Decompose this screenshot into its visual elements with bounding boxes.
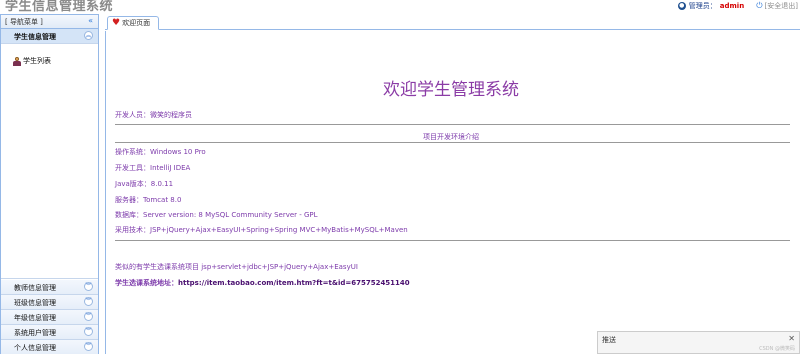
menu-label: 系统用户管理 (14, 329, 56, 337)
tab-bar: ♥ 欢迎页面 (105, 16, 800, 30)
chevron-down-icon[interactable]: ︾ (84, 282, 93, 291)
menu-teacher-info[interactable]: 教师信息管理 ︾ (1, 280, 98, 295)
top-bar: 学生信息管理系统 ● 管理员： admin ⏻ [安全退出] (0, 0, 800, 14)
divider (115, 124, 790, 125)
env-database: 数据库：Server version: 8 MySQL Community Se… (115, 211, 318, 219)
chevron-down-icon[interactable]: ︾ (84, 342, 93, 351)
user-name: admin (719, 2, 745, 10)
tab-welcome[interactable]: ♥ 欢迎页面 (107, 16, 159, 30)
similar-project-text: 类似的有学生选课系统项目 jsp+servlet+jdbc+JSP+jQuery… (115, 263, 358, 271)
sidebar: [ 导航菜单 ] « 学生信息管理 ︽ 学生列表 教师信息管理 ︾ 班级信息管理… (0, 14, 99, 354)
watermark: CSDN @微笑码 (759, 346, 795, 352)
menu-grade-info[interactable]: 年级信息管理 ︾ (1, 310, 98, 325)
menu-label: 个人信息管理 (14, 344, 56, 352)
env-server: 服务器：Tomcat 8.0 (115, 196, 182, 204)
chevron-down-icon[interactable]: ︾ (84, 327, 93, 336)
menu-student-info-body: 学生列表 (1, 44, 98, 279)
menu-label: 班级信息管理 (14, 299, 56, 307)
sidebar-item-student-list[interactable]: 学生列表 (13, 56, 51, 66)
menu-system-users[interactable]: 系统用户管理 ︾ (1, 325, 98, 340)
sidebar-item-label: 学生列表 (23, 57, 51, 65)
user-label: 管理员： (688, 2, 717, 10)
chevron-up-icon[interactable]: ︽ (84, 31, 93, 40)
chevron-down-icon[interactable]: ︾ (84, 297, 93, 306)
project-link[interactable]: https://item.taobao.com/item.htm?ft=t&id… (178, 279, 410, 287)
tab-label: 欢迎页面 (122, 19, 151, 27)
close-icon[interactable]: ✕ (788, 334, 795, 343)
app-title: 学生信息管理系统 (5, 0, 114, 14)
student-icon (13, 56, 21, 66)
env-ide: 开发工具：IntelliJ IDEA (115, 164, 191, 172)
env-os: 操作系统：Windows 10 Pro (115, 148, 206, 156)
user-icon: ● (677, 2, 686, 10)
menu-label: 年级信息管理 (14, 314, 56, 322)
collapse-icon[interactable]: « (88, 16, 93, 25)
collapsed-menus: 教师信息管理 ︾ 班级信息管理 ︾ 年级信息管理 ︾ 系统用户管理 ︾ 个人信息… (1, 280, 98, 354)
section-title: 项目开发环境介绍 (423, 133, 479, 141)
welcome-heading: 欢迎学生管理系统 (383, 80, 519, 100)
menu-label: 教师信息管理 (14, 284, 56, 292)
user-area: ● 管理员： admin ⏻ [安全退出] (677, 1, 798, 11)
divider (115, 240, 790, 241)
menu-student-info[interactable]: 学生信息管理 ︽ (1, 29, 98, 44)
menu-student-info-label: 学生信息管理 (14, 33, 56, 41)
menu-class-info[interactable]: 班级信息管理 ︾ (1, 295, 98, 310)
project-link-row: 学生选课系统地址：https://item.taobao.com/item.ht… (115, 278, 410, 288)
menu-personal-info[interactable]: 个人信息管理 ︾ (1, 340, 98, 354)
main-panel: ♥ 欢迎页面 欢迎学生管理系统 开发人员：微笑的程序员 项目开发环境介绍 操作系… (105, 16, 800, 354)
logout-link[interactable]: [安全退出] (765, 1, 798, 11)
push-popup: 推送 ✕ CSDN @微笑码 (597, 331, 800, 354)
project-link-label: 学生选课系统地址： (115, 279, 178, 287)
env-tech: 采用技术：JSP+jQuery+Ajax+EasyUI+Spring+Sprin… (115, 226, 408, 234)
welcome-content: 欢迎学生管理系统 开发人员：微笑的程序员 项目开发环境介绍 操作系统：Windo… (105, 31, 800, 354)
env-java: Java版本：8.0.11 (115, 180, 174, 188)
heart-icon: ♥ (112, 17, 121, 28)
power-icon[interactable]: ⏻ (756, 1, 762, 11)
developer-text: 开发人员：微笑的程序员 (115, 111, 192, 119)
chevron-down-icon[interactable]: ︾ (84, 312, 93, 321)
sidebar-title: [ 导航菜单 ] (5, 18, 43, 26)
divider (115, 142, 790, 143)
sidebar-header: [ 导航菜单 ] « (1, 15, 98, 29)
popup-title: 推送 (602, 336, 616, 344)
